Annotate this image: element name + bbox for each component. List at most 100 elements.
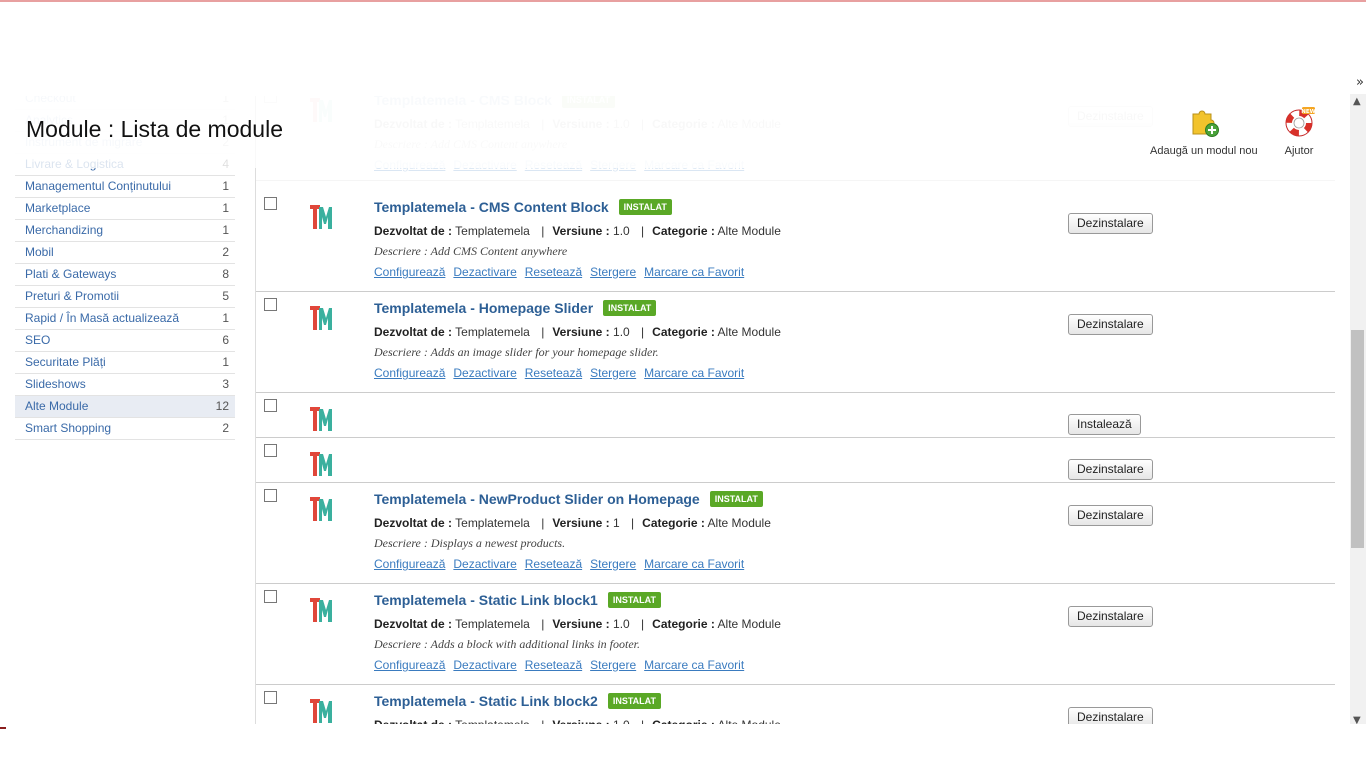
- module-meta: Dezvoltat de : Templatemela |Versiune : …: [374, 325, 781, 339]
- module-action-link[interactable]: Dezactivare: [453, 366, 516, 380]
- module-action-link[interactable]: Marcare ca Favorit: [644, 557, 744, 571]
- module-action-link[interactable]: Marcare ca Favorit: [644, 366, 744, 380]
- sidebar-category-label: Slideshows: [25, 377, 86, 391]
- browser-top-area: [0, 2, 1350, 96]
- module-checkbox[interactable]: [264, 590, 277, 603]
- templatemela-logo-icon: [310, 697, 332, 725]
- category-label: Categorie :: [652, 617, 715, 631]
- module-checkbox[interactable]: [264, 197, 277, 210]
- uninstall-button[interactable]: Dezinstalare: [1068, 505, 1153, 526]
- add-module-button[interactable]: Adaugă un modul nou: [1150, 106, 1258, 157]
- module-action-link[interactable]: Resetează: [525, 366, 582, 380]
- sidebar-category[interactable]: Mobil 2: [15, 242, 235, 264]
- module-action-link[interactable]: Marcare ca Favorit: [644, 265, 744, 279]
- sidebar-category[interactable]: Securitate Plăți 1: [15, 352, 235, 374]
- module-name[interactable]: Templatemela - Static Link block2: [374, 693, 598, 709]
- module-checkbox[interactable]: [264, 691, 277, 704]
- module-action-link[interactable]: Resetează: [525, 265, 582, 279]
- sidebar-category[interactable]: Rapid / În Masă actualizează 1: [15, 308, 235, 330]
- category-label: Categorie :: [642, 516, 705, 530]
- sidebar-category-label: Preturi & Promotii: [25, 289, 120, 303]
- module-title[interactable]: Templatemela - CMS Content Block INSTALAT: [374, 199, 672, 215]
- developer-label: Dezvoltat de :: [374, 516, 453, 530]
- version-value: 1.0: [613, 325, 630, 339]
- module-action-link[interactable]: Stergere: [590, 557, 636, 571]
- sidebar-category[interactable]: Plati & Gateways 8: [15, 264, 235, 286]
- templatemela-logo-icon: [310, 304, 332, 332]
- module-action-links: Configurează Dezactivare Resetează Stergere…: [374, 557, 752, 571]
- category-value: Alte Module: [707, 516, 771, 530]
- category-value: Alte Module: [717, 325, 781, 339]
- module-action-link[interactable]: Configurează: [374, 265, 445, 279]
- module-action-link[interactable]: Marcare ca Favorit: [644, 658, 744, 672]
- meta-separator: |: [541, 325, 545, 339]
- category-value: Alte Module: [717, 224, 781, 238]
- installed-badge: INSTALAT: [618, 199, 672, 215]
- sidebar-category-count: 5: [222, 289, 229, 303]
- module-action-link[interactable]: Resetează: [525, 658, 582, 672]
- meta-separator: |: [641, 224, 645, 238]
- install-button[interactable]: Instalează: [1068, 414, 1141, 435]
- scroll-up-icon[interactable]: ▲: [1353, 96, 1361, 107]
- module-action-link[interactable]: Dezactivare: [453, 265, 516, 279]
- version-label: Versiune :: [552, 325, 610, 339]
- meta-separator: |: [541, 617, 545, 631]
- module-title[interactable]: Templatemela - Homepage Slider INSTALAT: [374, 300, 657, 316]
- sidebar-category[interactable]: Alte Module 12: [15, 396, 235, 418]
- installed-badge: INSTALAT: [709, 491, 763, 507]
- sidebar-category[interactable]: Preturi & Promotii 5: [15, 286, 235, 308]
- meta-separator: |: [541, 516, 545, 530]
- sidebar-category[interactable]: Marketplace 1: [15, 198, 235, 220]
- sidebar-category[interactable]: SEO 6: [15, 330, 235, 352]
- module-action-link[interactable]: Configurează: [374, 658, 445, 672]
- module-checkbox[interactable]: [264, 298, 277, 311]
- uninstall-button[interactable]: Dezinstalare: [1068, 606, 1153, 627]
- module-name[interactable]: Templatemela - CMS Content Block: [374, 199, 609, 215]
- module-action-link[interactable]: Stergere: [590, 265, 636, 279]
- module-title[interactable]: Templatemela - NewProduct Slider on Home…: [374, 491, 763, 507]
- uninstall-button[interactable]: Dezinstalare: [1068, 213, 1153, 234]
- double-chevron-right-icon[interactable]: »: [1356, 75, 1364, 90]
- window-corner-mark: [0, 727, 6, 729]
- sidebar-category-count: 12: [215, 399, 229, 413]
- sidebar-category[interactable]: Managementul Conținutului 1: [15, 176, 235, 198]
- description-prefix: Descriere :: [374, 345, 428, 359]
- sidebar-category-label: Marketplace: [25, 201, 91, 215]
- module-checkbox[interactable]: [264, 399, 277, 412]
- sidebar-category[interactable]: Merchandizing 1: [15, 220, 235, 242]
- module-name[interactable]: Templatemela - NewProduct Slider on Home…: [374, 491, 700, 507]
- help-button[interactable]: NEW Ajutor: [1282, 106, 1316, 157]
- module-action-link[interactable]: Dezactivare: [453, 557, 516, 571]
- category-value: Alte Module: [717, 617, 781, 631]
- templatemela-logo-icon: [310, 450, 332, 478]
- module-checkbox[interactable]: [264, 444, 277, 457]
- lifebuoy-icon: NEW: [1282, 106, 1316, 141]
- module-action-link[interactable]: Stergere: [590, 658, 636, 672]
- module-checkbox[interactable]: [264, 489, 277, 502]
- meta-separator: |: [541, 224, 545, 238]
- uninstall-button[interactable]: Dezinstalare: [1068, 459, 1153, 480]
- module-name[interactable]: Templatemela - Homepage Slider: [374, 300, 593, 316]
- module-row: Templatemela - Static Link block1 INSTALA…: [256, 584, 1335, 685]
- module-action-link[interactable]: Stergere: [590, 366, 636, 380]
- sidebar-category-label: SEO: [25, 333, 51, 347]
- module-action-link[interactable]: Resetează: [525, 557, 582, 571]
- uninstall-button[interactable]: Dezinstalare: [1068, 314, 1153, 335]
- sidebar-category[interactable]: Smart Shopping 2: [15, 418, 235, 440]
- module-action-link[interactable]: Dezactivare: [453, 658, 516, 672]
- module-meta: Dezvoltat de : Templatemela |Versiune : …: [374, 224, 781, 238]
- category-label: Categorie :: [652, 224, 715, 238]
- sidebar-category[interactable]: Slideshows 3: [15, 374, 235, 396]
- module-name[interactable]: Templatemela - Static Link block1: [374, 592, 598, 608]
- sidebar-category-count: 1: [222, 311, 229, 325]
- sidebar-category-label: Rapid / În Masă actualizează: [25, 311, 180, 325]
- module-action-link[interactable]: Configurează: [374, 366, 445, 380]
- module-title[interactable]: Templatemela - Static Link block2 INSTALA…: [374, 693, 661, 709]
- module-title[interactable]: Templatemela - Static Link block1 INSTALA…: [374, 592, 661, 608]
- module-action-link[interactable]: Configurează: [374, 557, 445, 571]
- module-list: Templatemela - CMS BlockINSTALATDezvolta…: [255, 88, 1335, 756]
- scrollbar-thumb[interactable]: [1351, 330, 1364, 548]
- vertical-scrollbar[interactable]: ▲ ▼: [1350, 94, 1366, 728]
- version-value: 1.0: [613, 224, 630, 238]
- module-row: Dezinstalare: [256, 438, 1335, 483]
